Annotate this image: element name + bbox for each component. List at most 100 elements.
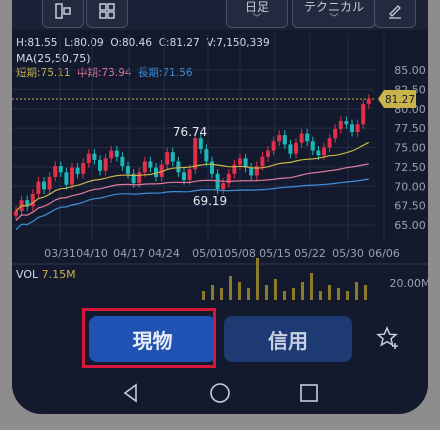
candle-body <box>81 163 86 174</box>
candle-body <box>305 133 310 142</box>
recents-icon[interactable] <box>296 380 322 406</box>
volume-title: VOL <box>16 268 39 281</box>
price-tick-label: 70.00 <box>394 180 426 193</box>
volume-tick-label: 20.00M <box>390 277 428 290</box>
back-icon[interactable] <box>118 380 144 406</box>
candle-body <box>322 147 326 156</box>
candle-body <box>366 98 371 105</box>
volume-bar <box>265 285 268 300</box>
highlight-box <box>82 308 216 368</box>
candle-body <box>299 133 304 143</box>
candle-body <box>333 128 338 139</box>
ma-mid-line <box>15 163 369 221</box>
candle-body <box>238 158 242 165</box>
volume-bar <box>355 282 358 300</box>
candle-body <box>92 153 97 160</box>
price-tick-label: 85.00 <box>394 64 426 77</box>
price-tick-label: 65.00 <box>394 219 426 232</box>
candle-body <box>232 164 237 174</box>
volume-bar <box>328 285 331 300</box>
volume-bar <box>301 282 304 300</box>
current-price-label: 81.27 <box>385 94 415 106</box>
candle-body <box>176 161 181 173</box>
candle-body <box>53 166 58 177</box>
candle-body <box>288 144 293 154</box>
candle-body <box>355 124 360 132</box>
volume-current: 7.15M <box>41 268 76 281</box>
candle-body <box>193 138 198 170</box>
candle-body <box>86 153 91 163</box>
price-tick-label: 75.00 <box>394 142 426 155</box>
candle-body <box>103 158 108 171</box>
candle-body <box>170 152 175 162</box>
candle-body <box>42 181 46 190</box>
phone-frame: 日足 ﹀ テクニカル ﹀ H:81.55 L:80.09 O:80.46 C:8… <box>0 0 440 430</box>
volume-bar <box>319 291 322 300</box>
android-nav-bar <box>12 372 428 414</box>
high-marker-label: 76.74 <box>173 125 207 139</box>
candle-body <box>198 138 203 150</box>
app-screen: 日足 ﹀ テクニカル ﹀ H:81.55 L:80.09 O:80.46 C:8… <box>12 0 428 414</box>
favorite-star-icon[interactable] <box>374 324 402 352</box>
candle-body <box>294 142 298 154</box>
candle-body <box>75 167 80 174</box>
volume-bar <box>247 288 250 300</box>
date-tick-label: 04/24 <box>148 247 180 260</box>
price-chart[interactable]: 76.74 69.19 85.0082.5080.0077.5075.0072.… <box>12 0 428 300</box>
candle-body <box>260 156 265 167</box>
candle-body <box>277 135 282 142</box>
candle-body <box>98 159 102 171</box>
volume-bar <box>337 288 340 300</box>
candle-body <box>282 135 287 145</box>
candle-body <box>36 181 41 194</box>
volume-bar <box>364 285 367 300</box>
candle-body <box>210 161 214 174</box>
candle-body <box>316 150 321 156</box>
date-tick-label: 05/15 <box>259 247 291 260</box>
candle-body <box>221 183 226 190</box>
candle-body <box>249 167 254 176</box>
candle-body <box>310 141 315 151</box>
date-tick-label: 05/30 <box>332 247 364 260</box>
low-marker-label: 69.19 <box>193 194 227 208</box>
candle-body <box>215 173 220 190</box>
candle-body <box>120 156 125 167</box>
volume-bar <box>220 288 223 300</box>
candle-body <box>70 167 74 185</box>
volume-bar <box>346 291 349 300</box>
candle-body <box>47 176 52 190</box>
volume-axis: 20.00M10.00M <box>390 277 428 290</box>
candle-body <box>165 152 170 165</box>
candle-body <box>271 141 276 151</box>
candle-body <box>137 172 142 184</box>
tab-shinyo-label: 信用 <box>268 328 308 353</box>
candle-body <box>109 150 114 159</box>
volume-bar <box>229 276 232 300</box>
volume-label: VOL 7.15M <box>16 268 76 281</box>
candle-body <box>126 166 130 174</box>
volume-bar <box>292 288 295 300</box>
price-tick-label: 77.50 <box>394 122 426 135</box>
candle-body <box>204 149 209 162</box>
candle-body <box>14 211 18 216</box>
price-tick-label: 72.50 <box>394 161 426 174</box>
home-icon[interactable] <box>207 380 233 406</box>
date-tick-label: 04/17 <box>113 247 145 260</box>
date-tick-label: 05/01 <box>192 247 224 260</box>
candle-body <box>266 150 270 157</box>
candle-body <box>327 138 332 148</box>
date-tick-label: 05/22 <box>294 247 326 260</box>
current-price-badge: 81.27 <box>378 90 416 108</box>
tab-shinyo[interactable]: 信用 <box>224 316 352 362</box>
volume-bar <box>202 291 205 300</box>
candle-body <box>187 169 192 181</box>
volume-bar <box>283 291 286 300</box>
candle-body <box>361 104 366 125</box>
date-axis: 03/31 04/10 04/17 04/24 05/01 05/08 05/15 05/22… <box>44 247 400 260</box>
date-tick-label: 04/10 <box>76 247 108 260</box>
date-tick-label: 05/08 <box>224 247 256 260</box>
candle-body <box>344 121 349 125</box>
date-tick-label: 06/06 <box>368 247 400 260</box>
candle-body <box>338 121 343 129</box>
candle-body <box>58 166 63 173</box>
